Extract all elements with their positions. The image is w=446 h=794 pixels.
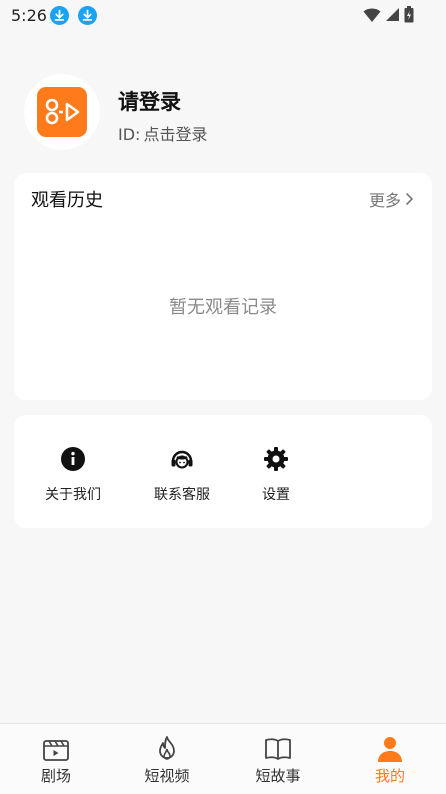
menu-card: 关于我们 联系客服 设置 [14,415,432,528]
menu-label: 设置 [262,487,290,503]
battery-icon [404,6,414,23]
nav-item-mine[interactable]: 我的 [345,735,435,786]
login-id[interactable]: ID: 点击登录 [118,121,207,145]
app-logo-icon [37,87,87,137]
download-icon [50,6,69,25]
flame-icon [159,736,175,760]
menu-item-settings[interactable]: 设置 [234,445,318,504]
wifi-icon [363,8,381,22]
login-link[interactable]: 点击登录 [143,125,207,144]
nav-label: 剧场 [40,767,71,785]
watch-history-card: 观看历史 更多 暂无观看记录 [14,173,432,400]
more-label: 更多 [368,191,401,210]
history-title: 观看历史 [31,190,103,211]
nav-item-short-story[interactable]: 短故事 [233,735,323,786]
download-icon [78,6,97,25]
login-title[interactable]: 请登录 [118,86,181,116]
profile-header[interactable]: 请登录 ID: 点击登录 [24,74,424,150]
gear-icon [264,447,288,471]
theater-icon [43,740,69,761]
menu-label: 关于我们 [45,487,101,503]
nav-label: 短视频 [144,767,190,785]
nav-label: 我的 [374,767,405,785]
history-empty-text: 暂无观看记录 [169,297,277,318]
person-icon [378,737,402,762]
status-bar: 5:26 [0,0,446,32]
status-time: 5:26 [11,6,47,25]
menu-item-support[interactable]: 联系客服 [140,445,224,504]
signal-icon [386,8,399,21]
bottom-nav: 剧场 短视频 短故事 我的 [0,723,446,794]
nav-item-short-video[interactable]: 短视频 [122,735,212,786]
book-icon [265,738,291,760]
nav-label: 短故事 [255,767,301,785]
menu-item-about[interactable]: 关于我们 [31,445,115,504]
nav-item-theater[interactable]: 剧场 [11,735,101,786]
menu-label: 联系客服 [154,487,210,503]
headset-icon [171,450,193,469]
info-icon [61,447,85,471]
history-more-button[interactable]: 更多 [369,187,414,211]
chevron-right-icon [406,193,414,205]
avatar[interactable] [24,74,100,150]
id-prefix: ID: [118,125,141,144]
